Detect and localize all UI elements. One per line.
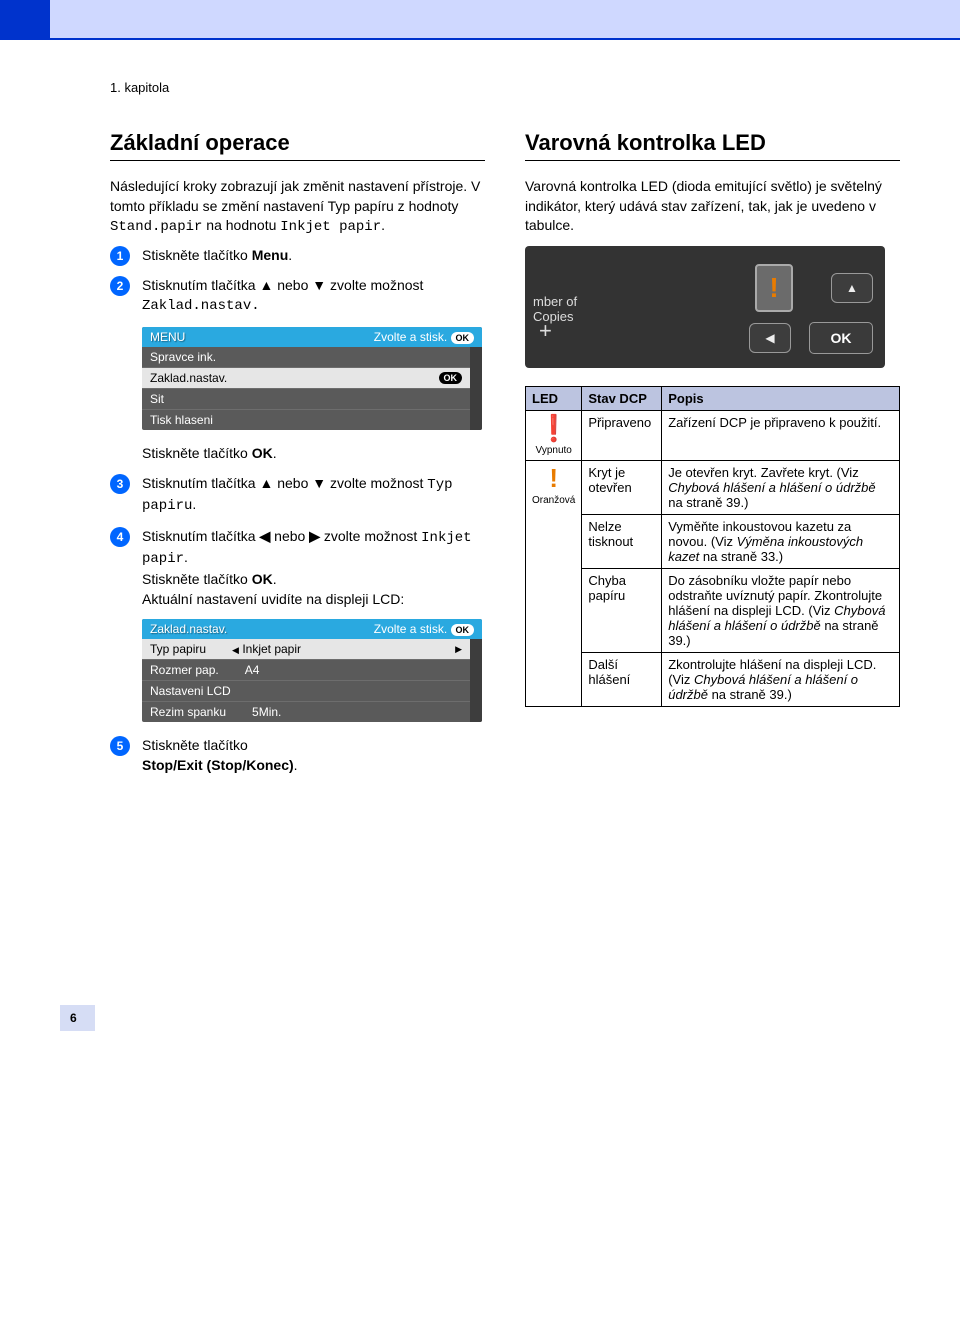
- step-number-icon: 2: [110, 276, 130, 296]
- lcd-title: MENU: [150, 330, 185, 344]
- step-3: 3 Stisknutím tlačítka ▲ nebo ▼ zvolte mo…: [110, 474, 485, 517]
- table-header: Stav DCP: [582, 386, 662, 410]
- intro-paragraph: Následující kroky zobrazují jak změnit n…: [110, 177, 485, 238]
- lcd-title: Zaklad.nastav.: [150, 622, 227, 636]
- step-2-after: Stiskněte tlačítko OK.: [142, 444, 485, 464]
- lcd-scrollbar: [470, 347, 482, 430]
- step-5: 5 Stiskněte tlačítko Stop/Exit (Stop/Kon…: [110, 736, 485, 775]
- heading-warning-led: Varovná kontrolka LED: [525, 130, 900, 156]
- chapter-label: 1. kapitola: [110, 80, 900, 95]
- step-number-icon: 3: [110, 474, 130, 494]
- ok-pill-icon: OK: [439, 372, 463, 384]
- lcd-row: Tisk hlaseni: [142, 410, 470, 430]
- lcd-row: Rezim spanku5Min.: [142, 702, 470, 722]
- left-column: Základní operace Následující kroky zobra…: [110, 130, 485, 785]
- table-row: ❗ Vypnuto Připraveno Zařízení DCP je při…: [526, 410, 900, 460]
- lcd-row: Rozmer pap.A4: [142, 660, 470, 681]
- led-orange-icon: !: [532, 465, 575, 491]
- table-row: Chyba papíru Do zásobníku vložte papír n…: [526, 568, 900, 652]
- plus-icon: +: [539, 318, 552, 344]
- lcd-row-selected: Zaklad.nastav.OK: [142, 368, 470, 389]
- table-header: LED: [526, 386, 582, 410]
- lcd-screen-menu: MENU Zvolte a stisk. OK Spravce ink. Zak…: [142, 327, 482, 430]
- led-intro: Varovná kontrolka LED (dioda emitující s…: [525, 177, 900, 236]
- heading-rule: [110, 160, 485, 161]
- page-number: 6: [60, 1005, 95, 1031]
- header-bar: [0, 0, 960, 40]
- table-header: Popis: [662, 386, 900, 410]
- heading-basic-ops: Základní operace: [110, 130, 485, 156]
- lcd-row: Nastaveni LCD: [142, 681, 470, 702]
- lcd-row: Sit: [142, 389, 470, 410]
- step-1: 1 Stiskněte tlačítko Menu.: [110, 246, 485, 266]
- led-off-icon: ❗: [532, 415, 575, 441]
- left-button-icon: ◀: [749, 323, 791, 353]
- table-row: Nelze tisknout Vyměňte inkoustovou kazet…: [526, 514, 900, 568]
- right-column: Varovná kontrolka LED Varovná kontrolka …: [525, 130, 900, 785]
- ok-pill-icon: OK: [451, 624, 475, 636]
- up-button-icon: ▲: [831, 273, 873, 303]
- lcd-scrollbar: [470, 639, 482, 722]
- page-footer: 6: [0, 1005, 960, 1031]
- step-number-icon: 1: [110, 246, 130, 266]
- lcd-screen-settings: Zaklad.nastav. Zvolte a stisk. OK Typ pa…: [142, 619, 482, 722]
- ok-pill-icon: OK: [451, 332, 475, 344]
- lcd-row: Spravce ink.: [142, 347, 470, 368]
- lcd-row-selected: Typ papiru◀ Inkjet papir ▶: [142, 639, 470, 660]
- led-status-table: LED Stav DCP Popis ❗ Vypnuto Připraveno …: [525, 386, 900, 707]
- table-row: Další hlášení Zkontrolujte hlášení na di…: [526, 652, 900, 706]
- ok-button: OK: [809, 322, 873, 354]
- device-panel-illustration: mber ofCopies + ! ▲ ◀ OK: [525, 246, 885, 368]
- table-row: ! Oranžová Kryt je otevřen Je otevřen kr…: [526, 460, 900, 514]
- warning-led-icon: !: [755, 264, 793, 312]
- step-2: 2 Stisknutím tlačítka ▲ nebo ▼ zvolte mo…: [110, 276, 485, 317]
- heading-rule: [525, 160, 900, 161]
- step-number-icon: 4: [110, 527, 130, 547]
- step-number-icon: 5: [110, 736, 130, 756]
- step-4: 4 Stisknutím tlačítka ◀ nebo ▶ zvolte mo…: [110, 527, 485, 609]
